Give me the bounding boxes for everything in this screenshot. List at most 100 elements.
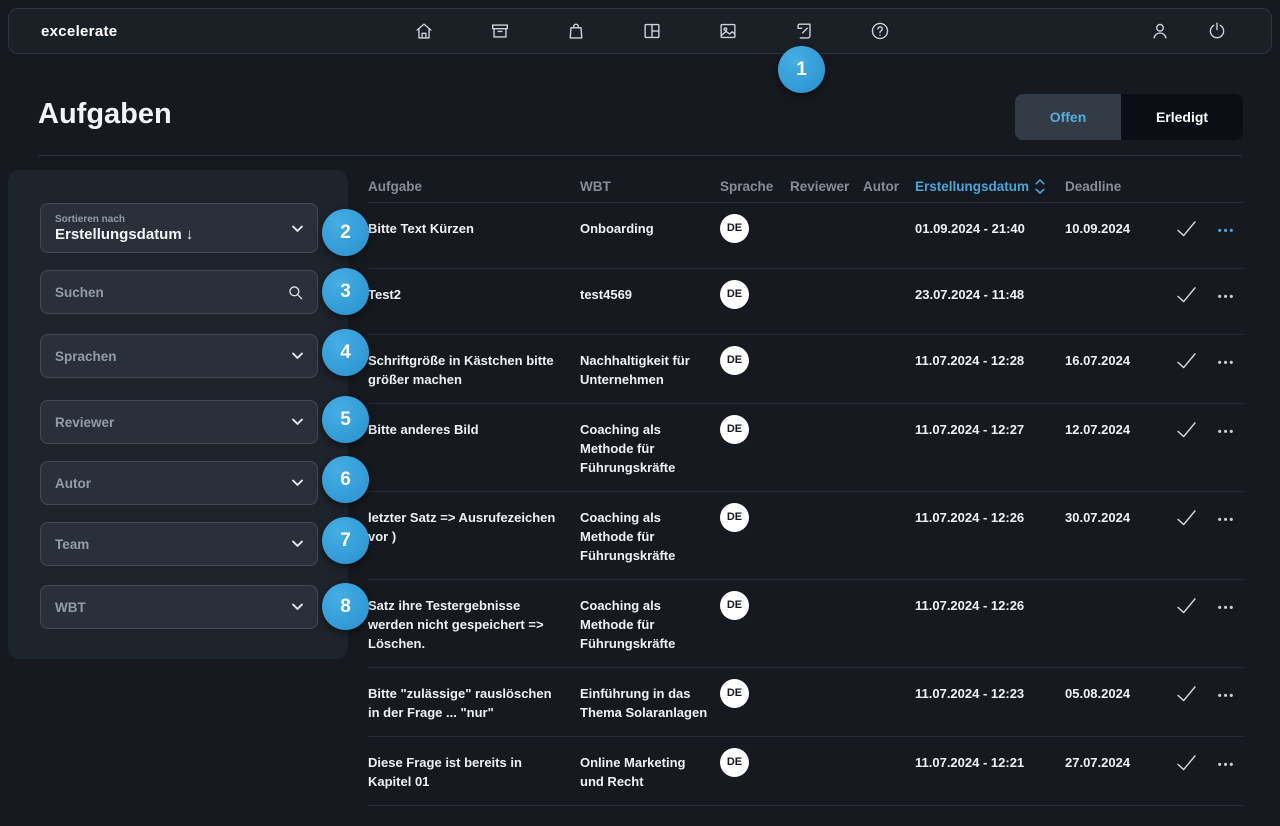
dropdown-label: Reviewer [55,415,114,430]
task-title: Bitte anderes Bild [368,420,580,439]
table-row[interactable]: Test2 test4569 DE 23.07.2024 - 11:48 ••• [368,269,1243,335]
table-row[interactable]: Bitte "zulässige" rauslöschen in der Fra… [368,668,1243,737]
layout-icon[interactable] [640,19,664,43]
task-wbt: Coaching als Methode für Führungskräfte [580,508,720,565]
tab-offen[interactable]: Offen [1015,94,1121,140]
wbt-dropdown[interactable]: WBT [40,585,318,629]
tasks-icon[interactable] [792,19,816,43]
archive-icon[interactable] [488,19,512,43]
task-title: Test2 [368,285,580,304]
more-options-button[interactable]: ••• [1218,599,1236,618]
chevron-down-icon [292,225,303,233]
task-wbt: Coaching als Methode für Führungskräfte [580,596,720,653]
search-icon [287,284,304,301]
sort-label: Sortieren nach [55,214,125,225]
language-badge: DE [720,503,749,532]
language-badge: DE [720,748,749,777]
table-header: Aufgabe WBT Sprache Reviewer Autor Erste… [368,170,1243,203]
chevron-down-icon [292,540,303,548]
task-deadline: 27.07.2024 [1065,753,1162,772]
task-title: Diese Frage ist bereits in Kapitel 01 [368,753,580,791]
sort-dropdown[interactable]: Sortieren nach Erstellungsdatum ↓ [40,203,318,253]
help-icon[interactable] [868,19,892,43]
task-created: 23.07.2024 - 11:48 [915,285,1065,304]
language-badge: DE [720,214,749,243]
more-options-button[interactable]: ••• [1218,354,1236,373]
table-row[interactable]: Diese Frage ist bereits in Kapitel 01 On… [368,737,1243,806]
top-navbar: excelerate [8,8,1272,54]
navbar-menu [412,9,892,53]
annotation-badge-7: 7 [322,517,369,564]
task-created: 11.07.2024 - 12:27 [915,420,1065,439]
task-created: 11.07.2024 - 12:28 [915,351,1065,370]
task-title: Bitte "zulässige" rauslöschen in der Fra… [368,684,580,722]
complete-check-icon[interactable] [1176,220,1197,242]
view-toggle: Offen Erledigt [1015,94,1243,140]
task-table: Aufgabe WBT Sprache Reviewer Autor Erste… [368,170,1243,806]
task-deadline: 10.09.2024 [1065,219,1162,238]
table-row[interactable]: Bitte anderes Bild Coaching als Methode … [368,404,1243,492]
sprachen-dropdown[interactable]: Sprachen [40,334,318,378]
table-row[interactable]: Schriftgröße in Kästchen bitte größer ma… [368,335,1243,404]
sort-updown-icon [1035,179,1045,194]
more-options-button[interactable]: ••• [1218,222,1236,241]
table-row[interactable]: Satz ihre Testergebnisse werden nicht ge… [368,580,1243,668]
task-wbt: Onboarding [580,219,720,238]
task-title: Schriftgröße in Kästchen bitte größer ma… [368,351,580,389]
complete-check-icon[interactable] [1176,685,1197,707]
chevron-down-icon [292,603,303,611]
filter-sidebar: Sortieren nach Erstellungsdatum ↓ Sprach… [8,170,348,659]
complete-check-icon[interactable] [1176,509,1197,531]
col-aufgabe: Aufgabe [368,179,580,194]
task-deadline: 12.07.2024 [1065,420,1162,439]
annotation-badge-4: 4 [322,329,369,376]
header-divider [38,155,1242,156]
col-erstellungsdatum[interactable]: Erstellungsdatum [915,179,1065,194]
table-row[interactable]: Bitte Text Kürzen Onboarding DE 01.09.20… [368,203,1243,269]
complete-check-icon[interactable] [1176,754,1197,776]
autor-dropdown[interactable]: Autor [40,461,318,505]
task-title: Bitte Text Kürzen [368,219,580,238]
tab-erledigt[interactable]: Erledigt [1121,94,1243,140]
navbar-user-area [1148,9,1229,53]
brand-logo: excelerate [41,23,117,40]
annotation-badge-6: 6 [322,456,369,503]
task-wbt: Coaching als Methode für Führungskräfte [580,420,720,477]
dropdown-label: Sprachen [55,349,117,364]
col-autor: Autor [863,179,915,194]
search-input[interactable] [41,271,287,313]
more-options-button[interactable]: ••• [1218,423,1236,442]
complete-check-icon[interactable] [1176,421,1197,443]
more-options-button[interactable]: ••• [1218,687,1236,706]
image-icon[interactable] [716,19,740,43]
table-row[interactable]: letzter Satz => Ausrufezeichen vor ) Coa… [368,492,1243,580]
search-field [40,270,318,314]
col-sprache: Sprache [720,179,790,194]
reviewer-dropdown[interactable]: Reviewer [40,400,318,444]
user-icon[interactable] [1148,19,1172,43]
team-dropdown[interactable]: Team [40,522,318,566]
language-badge: DE [720,415,749,444]
page-title: Aufgaben [38,98,172,131]
more-options-button[interactable]: ••• [1218,756,1236,775]
sort-value: Erstellungsdatum ↓ [55,226,193,243]
shopping-bag-icon[interactable] [564,19,588,43]
complete-check-icon[interactable] [1176,352,1197,374]
home-icon[interactable] [412,19,436,43]
language-badge: DE [720,591,749,620]
task-wbt: test4569 [580,285,720,304]
col-erstellungsdatum-label: Erstellungsdatum [915,179,1029,194]
more-options-button[interactable]: ••• [1218,288,1236,307]
annotation-badge-8: 8 [322,583,369,630]
power-icon[interactable] [1205,19,1229,43]
task-created: 11.07.2024 - 12:23 [915,684,1065,703]
col-wbt: WBT [580,179,720,194]
task-title: Satz ihre Testergebnisse werden nicht ge… [368,596,580,653]
chevron-down-icon [292,418,303,426]
annotation-badge-2: 2 [322,209,369,256]
annotation-badge-3: 3 [322,268,369,315]
complete-check-icon[interactable] [1176,597,1197,619]
task-wbt: Online Marketing und Recht [580,753,720,791]
complete-check-icon[interactable] [1176,286,1197,308]
more-options-button[interactable]: ••• [1218,511,1236,530]
